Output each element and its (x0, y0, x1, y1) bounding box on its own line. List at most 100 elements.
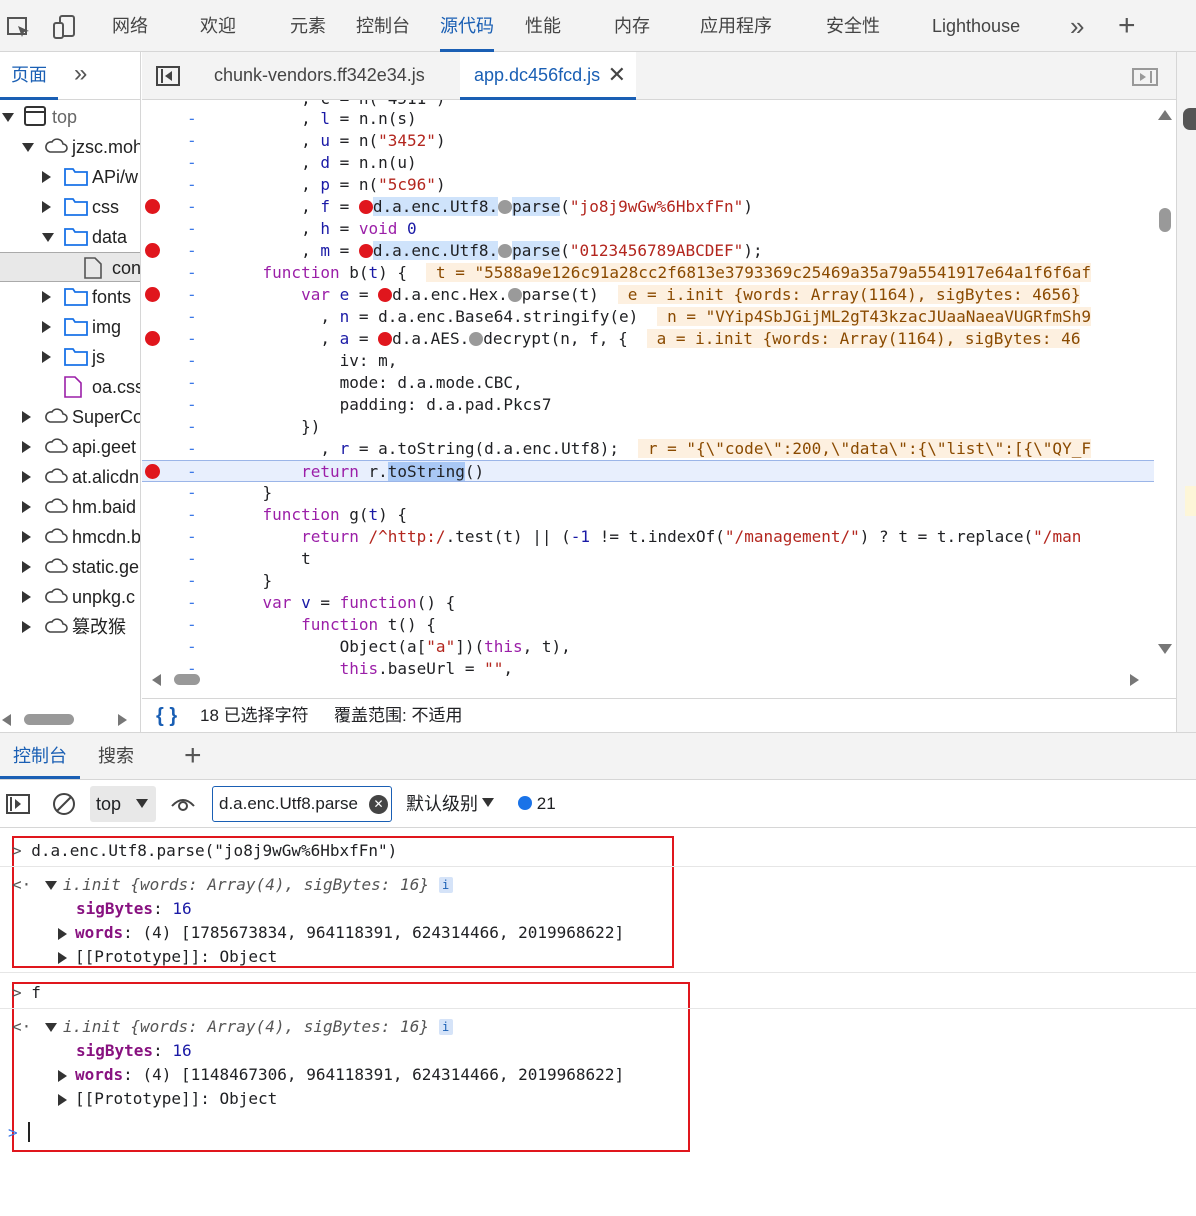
collapsed-arrow-icon[interactable] (42, 321, 51, 333)
console-result-summary[interactable]: <· i.init {words: Array(4), sigBytes: 16… (12, 874, 453, 896)
property-words[interactable]: words: (4) [1148467306, 964118391, 62431… (58, 1064, 624, 1086)
css-file-icon (64, 376, 82, 398)
file-tab-app[interactable]: app.dc456fcd.js ✕ (460, 52, 636, 100)
code-line: - Object(a["a"])(this, t), (187, 637, 571, 656)
collapsed-arrow-icon[interactable] (42, 201, 51, 213)
console-prompt[interactable]: > (8, 1122, 30, 1144)
breakpoint-marker[interactable] (145, 243, 160, 258)
tree-item-label: 篡改猴 (72, 617, 126, 637)
tab-5[interactable]: 性能 (525, 0, 561, 52)
inline-breakpoint-icon[interactable] (378, 288, 393, 302)
tree-item[interactable]: unpkg.c (0, 582, 140, 612)
tab-console[interactable]: 控制台 (0, 733, 80, 779)
device-toolbar-icon[interactable] (52, 14, 78, 40)
toggle-debugger-icon[interactable] (1132, 68, 1158, 86)
tab-9[interactable]: Lighthouse (932, 0, 1020, 52)
input-expression: f (31, 983, 41, 1002)
collapsed-arrow-icon[interactable] (22, 471, 31, 483)
expanded-arrow-icon[interactable] (42, 233, 54, 242)
log-level-dropdown[interactable]: 默认级别 (406, 780, 494, 828)
add-drawer-tab-icon[interactable]: + (184, 739, 202, 773)
tree-item[interactable]: api.geet (0, 432, 140, 462)
tab-7[interactable]: 应用程序 (700, 0, 772, 52)
property-prototype[interactable]: [[Prototype]]: Object (58, 946, 277, 968)
collapsed-arrow-icon[interactable] (22, 621, 31, 633)
code-line: - } (187, 571, 273, 590)
tree-scrollbar[interactable] (0, 708, 140, 732)
tree-item[interactable]: at.alicdn (0, 462, 140, 492)
tree-item[interactable]: top (0, 102, 140, 132)
inline-breakpoint-icon[interactable] (378, 332, 393, 346)
close-icon[interactable]: ✕ (608, 52, 626, 98)
tree-item[interactable]: oa.css (0, 372, 140, 402)
tree-item[interactable]: hm.baid (0, 492, 140, 522)
context-selector[interactable]: top (90, 786, 156, 822)
code-horizontal-scrollbar[interactable] (142, 668, 1154, 692)
more-tabs-icon[interactable]: » (1070, 13, 1096, 40)
expanded-arrow-icon[interactable] (22, 143, 34, 152)
tree-item[interactable]: fonts (0, 282, 140, 312)
tree-item[interactable]: APi/w (0, 162, 140, 192)
collapsed-arrow-icon[interactable] (42, 291, 51, 303)
breakpoint-marker[interactable] (145, 287, 160, 302)
inline-breakpoint-icon[interactable] (498, 200, 513, 214)
property-sigbytes: sigBytes: 16 (76, 1041, 192, 1060)
inline-breakpoint-icon[interactable] (469, 332, 484, 346)
collapsed-arrow-icon[interactable] (22, 591, 31, 603)
expanded-arrow-icon[interactable] (2, 113, 14, 122)
inline-breakpoint-icon[interactable] (507, 288, 522, 302)
tab-page[interactable]: 页面 (0, 52, 58, 100)
more-panels-icon[interactable]: » (74, 60, 87, 88)
property-prototype[interactable]: [[Prototype]]: Object (58, 1088, 277, 1110)
tab-6[interactable]: 内存 (614, 0, 650, 52)
collapsed-arrow-icon[interactable] (22, 561, 31, 573)
tab-2[interactable]: 元素 (290, 0, 326, 52)
tree-item[interactable]: jzsc.moh (0, 132, 140, 162)
inline-breakpoint-icon[interactable] (498, 244, 513, 258)
add-tab-icon[interactable]: + (1118, 11, 1144, 41)
tree-item[interactable]: static.ge (0, 552, 140, 582)
tab-3[interactable]: 控制台 (356, 0, 410, 52)
collapsed-arrow-icon[interactable] (22, 531, 31, 543)
live-expression-eye-icon[interactable] (170, 794, 196, 814)
console-output[interactable]: > d.a.enc.Utf8.parse("jo8j9wGw%6HbxfFn")… (0, 828, 1196, 1216)
show-sidebar-icon[interactable] (6, 794, 30, 814)
tree-item[interactable]: hmcdn.b (0, 522, 140, 552)
tab-1[interactable]: 欢迎 (200, 0, 236, 52)
collapsed-arrow-icon[interactable] (42, 351, 51, 363)
file-tab-chunk-vendors[interactable]: chunk-vendors.ff342e34.js (214, 52, 425, 100)
clear-console-icon[interactable] (52, 792, 76, 816)
collapsed-arrow-icon[interactable] (22, 501, 31, 513)
breakpoint-marker[interactable] (145, 464, 160, 479)
inline-breakpoint-icon[interactable] (358, 244, 373, 258)
property-words[interactable]: words: (4) [1785673834, 964118391, 62431… (58, 922, 624, 944)
tree-item[interactable]: 篡改猴 (0, 612, 140, 642)
issues-counter[interactable]: 21 (518, 794, 556, 814)
tree-item[interactable]: data (0, 222, 140, 252)
tree-item[interactable]: SuperCo (0, 402, 140, 432)
console-filter-input[interactable]: d.a.enc.Utf8.parse ✕ (212, 786, 392, 822)
tree-item[interactable]: css (0, 192, 140, 222)
tree-item[interactable]: con (0, 252, 140, 282)
tab-search[interactable]: 搜索 (98, 733, 134, 779)
code-vertical-scrollbar[interactable] (1156, 108, 1176, 660)
tab-8[interactable]: 安全性 (826, 0, 880, 52)
debugger-sidebar-edge[interactable] (1176, 52, 1196, 732)
code-view[interactable]: - , c = n("4511") - , l = n.n(s) - , u =… (142, 100, 1154, 718)
breakpoint-marker[interactable] (145, 199, 160, 214)
tree-item[interactable]: img (0, 312, 140, 342)
toggle-navigator-icon[interactable] (156, 66, 180, 86)
inspect-element-icon[interactable] (6, 14, 32, 40)
breakpoint-marker[interactable] (145, 331, 160, 346)
tree-item[interactable]: js (0, 342, 140, 372)
inline-breakpoint-icon[interactable] (358, 200, 373, 214)
console-result-summary[interactable]: <· i.init {words: Array(4), sigBytes: 16… (12, 1016, 453, 1038)
clear-filter-icon[interactable]: ✕ (369, 795, 388, 814)
info-icon: i (438, 877, 453, 893)
collapsed-arrow-icon[interactable] (42, 171, 51, 183)
collapsed-arrow-icon[interactable] (22, 411, 31, 423)
tab-0[interactable]: 网络 (112, 0, 148, 52)
collapsed-arrow-icon[interactable] (22, 441, 31, 453)
tab-4[interactable]: 源代码 (440, 0, 494, 52)
pretty-print-icon[interactable]: { } (156, 699, 177, 732)
